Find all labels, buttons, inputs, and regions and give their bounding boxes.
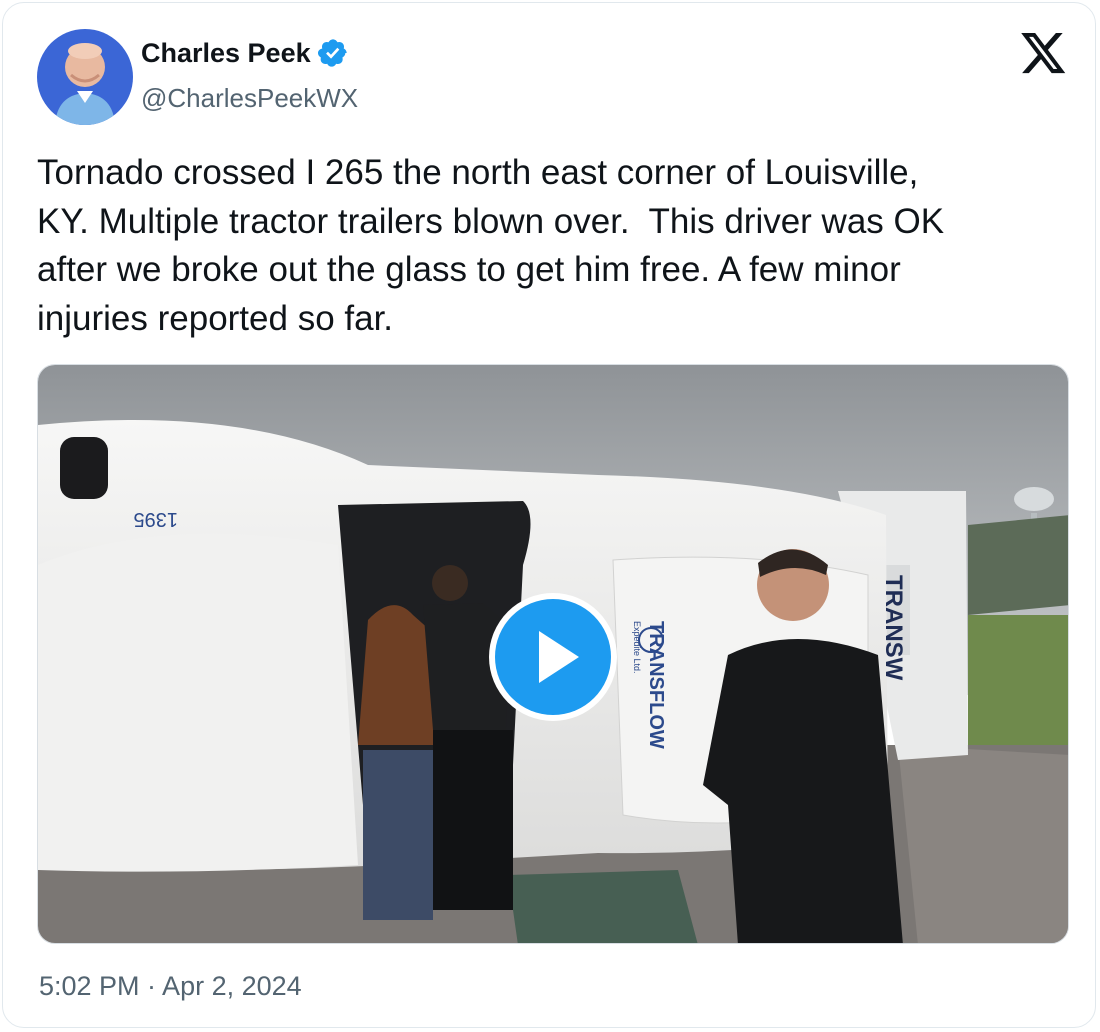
author-handle[interactable]: @CharlesPeekWX [141, 83, 358, 114]
tweet-text: Tornado crossed I 265 the north east cor… [37, 153, 945, 338]
x-logo-icon[interactable] [1021, 33, 1067, 75]
verified-badge-icon [317, 39, 347, 67]
play-button[interactable] [487, 591, 619, 723]
author-row: Charles Peek [141, 37, 349, 69]
tweet-timestamp[interactable]: 5:02 PM · Apr 2, 2024 [39, 971, 302, 1002]
trailer-brand: TRANSW [880, 575, 907, 681]
author-name[interactable]: Charles Peek [141, 38, 311, 69]
avatar[interactable] [37, 29, 133, 125]
tweet-card: Charles Peek @CharlesPeekWX Tornado cros… [2, 2, 1096, 1028]
truck-number: 1395 [134, 508, 179, 530]
avatar-image [37, 29, 133, 125]
